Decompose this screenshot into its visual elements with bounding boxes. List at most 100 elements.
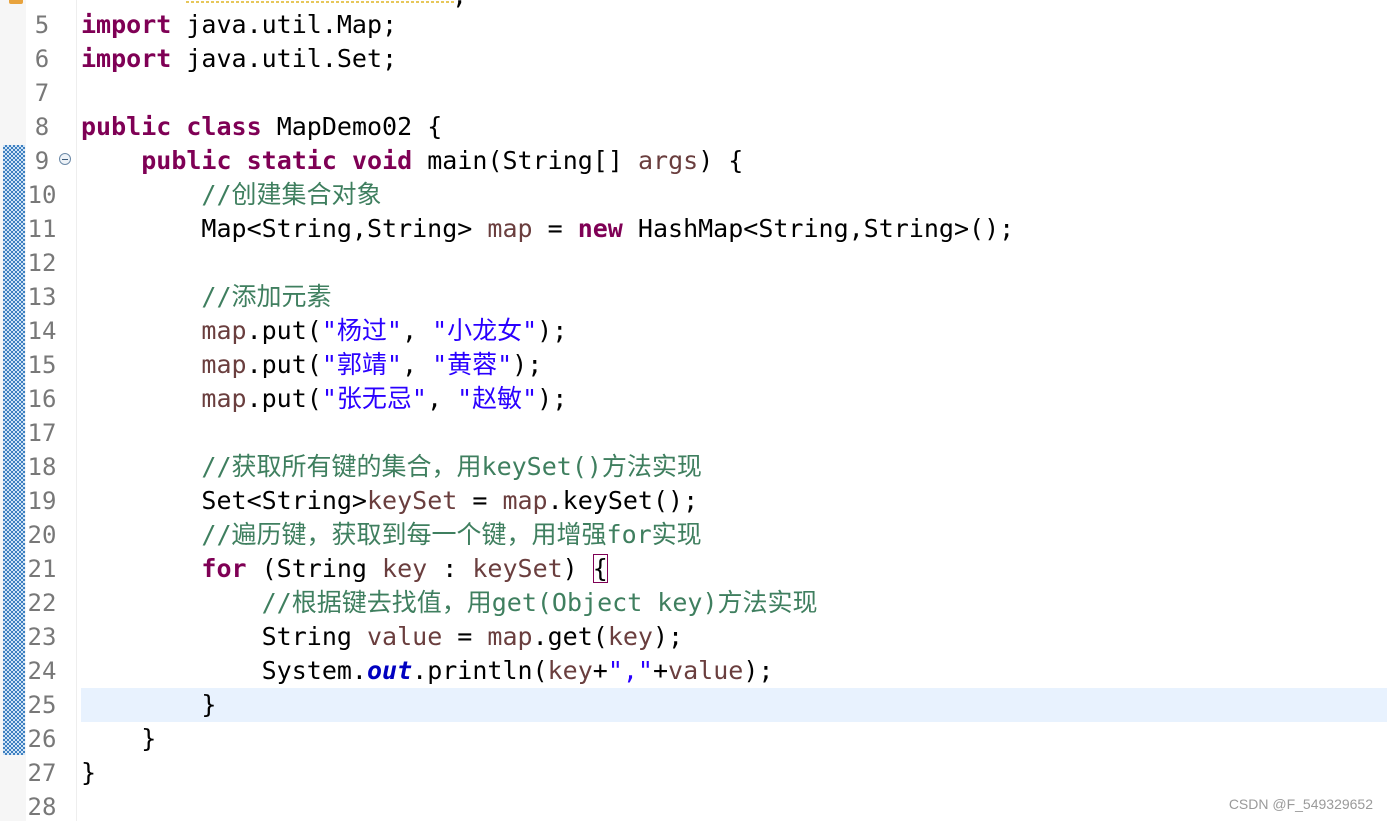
code-line[interactable]: 14 map.put("杨过", "小龙女"); (0, 314, 1387, 348)
code-text[interactable]: map.put("郭靖", "黄蓉"); (81, 348, 542, 382)
code-line[interactable]: 9 public static void main(String[] args)… (0, 144, 1387, 178)
code-line[interactable]: 8 public class MapDemo02 { (0, 110, 1387, 144)
code-token: { (592, 554, 608, 583)
line-number: 24 (27, 657, 57, 685)
code-text[interactable]: //添加元素 (81, 280, 332, 314)
collapse-fold-icon[interactable] (59, 153, 71, 165)
code-text[interactable]: Map<String,String> map = new HashMap<Str… (81, 212, 1014, 246)
code-line[interactable]: 24 System.out.println(key+","+value); (0, 654, 1387, 688)
code-line[interactable]: 19 Set<String>keySet = map.keySet(); (0, 484, 1387, 518)
code-line[interactable]: 22 //根据键去找值，用get(Object key)方法实现 (0, 586, 1387, 620)
code-token: = (457, 486, 503, 515)
code-line[interactable]: 11 Map<String,String> map = new HashMap<… (0, 212, 1387, 246)
code-token: .println( (412, 656, 548, 685)
code-line[interactable]: 5 import java.util.Map; (0, 8, 1387, 42)
code-text[interactable]: for (String key : keySet) { (81, 552, 608, 586)
code-token: //根据键去找值，用get(Object key)方法实现 (261, 588, 818, 617)
code-text[interactable]: //获取所有键的集合，用keySet()方法实现 (81, 450, 702, 484)
code-token: System. (81, 656, 367, 685)
code-text[interactable]: //创建集合对象 (81, 178, 381, 212)
code-token: //遍历键，获取到每一个键，用增强for实现 (201, 520, 702, 549)
code-line[interactable]: 10 //创建集合对象 (0, 178, 1387, 212)
line-number: 7 (34, 79, 50, 107)
line-number: 10 (27, 181, 57, 209)
code-line[interactable]: 18 //获取所有键的集合，用keySet()方法实现 (0, 450, 1387, 484)
code-token: keySet (366, 486, 458, 515)
warning-squiggle (186, 1, 454, 3)
code-token: ) { (698, 146, 744, 175)
code-token: static (246, 146, 337, 175)
code-text[interactable]: } (81, 688, 216, 722)
code-line[interactable]: 6 import java.util.Set; (0, 42, 1387, 76)
code-line[interactable]: 20 //遍历键，获取到每一个键，用增强for实现 (0, 518, 1387, 552)
code-line[interactable]: 21 for (String key : keySet) { (0, 552, 1387, 586)
code-text[interactable]: Set<String>keySet = map.keySet(); (81, 484, 698, 518)
line-number: 23 (27, 623, 57, 651)
code-text[interactable]: public static void main(String[] args) { (81, 144, 743, 178)
code-line[interactable]: 27} (0, 756, 1387, 790)
code-token: : (427, 554, 473, 583)
code-text[interactable]: System.out.println(key+","+value); (81, 654, 774, 688)
code-token: //添加元素 (201, 282, 332, 311)
code-token: map (502, 486, 548, 515)
line-number: 14 (27, 317, 57, 345)
code-text[interactable]: } (81, 756, 96, 790)
code-token: "小龙女" (432, 316, 538, 345)
line-number: 13 (27, 283, 57, 311)
code-token: ); (743, 656, 774, 685)
code-token: import (81, 10, 172, 39)
code-token: map (201, 350, 247, 379)
line-number: 8 (34, 113, 50, 141)
line-number: 21 (27, 555, 57, 583)
code-token: args (637, 146, 699, 175)
line-number: 18 (27, 453, 57, 481)
code-line[interactable]: 16 map.put("张无忌", "赵敏"); (0, 382, 1387, 416)
warning-marker-icon[interactable] (9, 0, 23, 4)
code-token: .put( (246, 316, 322, 345)
code-token: out (366, 656, 413, 685)
code-token: (String (246, 554, 383, 583)
code-line[interactable]: 13 //添加元素 (0, 280, 1387, 314)
code-token: .get( (532, 622, 608, 651)
code-text[interactable]: String value = map.get(key); (81, 620, 683, 654)
code-text[interactable]: //根据键去找值，用get(Object key)方法实现 (81, 586, 818, 620)
code-line[interactable]: 7 (0, 76, 1387, 110)
code-token: = (442, 622, 488, 651)
code-text[interactable]: import java.util.Map; (81, 8, 397, 42)
code-line[interactable]: 26 } (0, 722, 1387, 756)
line-number: 17 (27, 419, 57, 447)
line-number: 26 (27, 725, 57, 753)
code-token: value (366, 622, 443, 651)
code-token: "," (607, 656, 653, 685)
code-line[interactable]: 23 String value = map.get(key); (0, 620, 1387, 654)
code-token: java.util.Map; (171, 10, 398, 39)
code-text[interactable]: map.put("张无忌", "赵敏"); (81, 382, 567, 416)
code-line[interactable]: 25 } (0, 688, 1387, 722)
code-line[interactable]: 12 (0, 246, 1387, 280)
code-text[interactable]: public class MapDemo02 { (81, 110, 442, 144)
code-line[interactable]: 28 (0, 790, 1387, 824)
code-line[interactable]: 15 map.put("郭靖", "黄蓉"); (0, 348, 1387, 382)
code-text[interactable]: import java.util.Set; (81, 42, 397, 76)
code-token: .put( (246, 384, 322, 413)
code-line[interactable]: 17 (0, 416, 1387, 450)
code-text[interactable]: map.put("杨过", "小龙女"); (81, 314, 567, 348)
code-token: "郭靖" (321, 350, 402, 379)
code-text[interactable]: } (81, 722, 156, 756)
code-token: ) (562, 554, 593, 583)
code-token: MapDemo02 { (261, 112, 443, 141)
code-token: "杨过" (321, 316, 402, 345)
code-editor[interactable]: ; 5 import java.util.Map; 6 import java.uti… (0, 0, 1387, 821)
code-token: ); (537, 316, 568, 345)
code-token: for (201, 554, 247, 583)
line-number: 5 (34, 11, 50, 39)
code-token: "张无忌" (321, 384, 427, 413)
code-text[interactable]: //遍历键，获取到每一个键，用增强for实现 (81, 518, 702, 552)
